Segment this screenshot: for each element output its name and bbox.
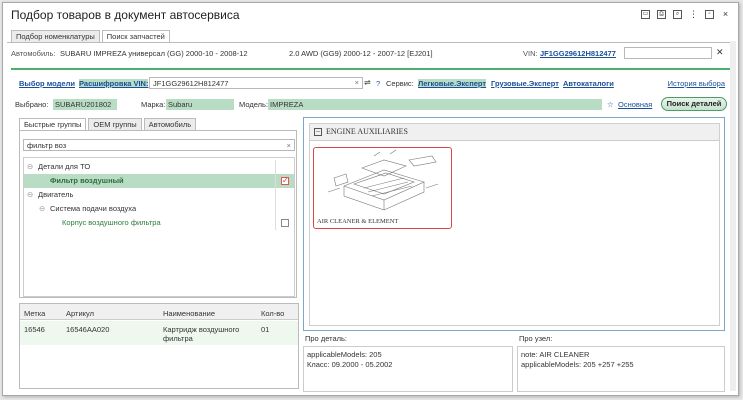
cell-qty: 01 <box>261 325 270 334</box>
table-row[interactable]: 16546 16546AA020 Картридж воздушного фил… <box>20 321 298 345</box>
tab-quick-groups[interactable]: Быстрые группы <box>19 118 87 130</box>
diagram-header: − ENGINE AUXILIARIES <box>310 124 719 141</box>
air-cleaner-drawing <box>327 149 439 211</box>
tree-item-label: Фильтр воздушный <box>50 176 124 185</box>
tree-item-selected[interactable]: Фильтр воздушный ✓ <box>24 174 294 188</box>
tree-item-label: Детали для ТО <box>38 162 91 171</box>
about-node-line: applicableModels: 205 +257 +255 <box>521 360 634 369</box>
diagram-panel: − ENGINE AUXILIARIES AIR CLEANER & ELEME… <box>303 117 725 331</box>
checkbox-checked[interactable]: ✓ <box>281 177 289 185</box>
grid-header: Метка Артикул Наименование Кол-во <box>20 304 298 320</box>
vin-extra-field[interactable] <box>624 47 712 59</box>
vin-link[interactable]: JF1GG29612H812477 <box>540 49 616 58</box>
about-node-label: Про узел: <box>519 334 553 343</box>
car-name: SUBARU IMPREZA универсал (GG) 2000-10 - … <box>60 49 248 58</box>
groups-panel: Быстрые группы OEM группы Автомобиль фил… <box>19 118 297 298</box>
search-parts-button[interactable]: Поиск деталей <box>661 97 727 111</box>
service-catalogs[interactable]: Автокаталоги <box>563 79 614 88</box>
collapse-icon[interactable]: ⊖ <box>27 160 33 174</box>
vin-input-value: JF1GG29612H812477 <box>153 79 229 88</box>
diagram-heading: ENGINE AUXILIARIES <box>326 127 408 136</box>
tab-parts-search[interactable]: Поиск запчастей <box>101 30 170 42</box>
star-icon[interactable]: ☆ <box>607 100 614 109</box>
car-row: Автомобиль: SUBARU IMPREZA универсал (GG… <box>11 47 733 59</box>
about-part-label: Про деталь: <box>305 334 348 343</box>
tree-item-label: Корпус воздушного фильтра <box>62 218 161 227</box>
card-label: AIR CLEANER & ELEMENT <box>317 218 399 225</box>
tab-divider <box>7 42 734 43</box>
help-icon[interactable]: ? <box>376 79 380 88</box>
tab-oem-groups[interactable]: OEM группы <box>88 118 142 130</box>
about-part-line: Класс: 09.2000 - 05.2002 <box>307 360 393 369</box>
main-link[interactable]: Основная <box>618 100 652 109</box>
about-node-box: note: AIR CLEANER applicableModels: 205 … <box>517 346 725 392</box>
parts-grid: Метка Артикул Наименование Кол-во 16546 … <box>19 303 299 389</box>
cell-name: Картридж воздушного фильтра <box>163 325 240 343</box>
print-icon[interactable]: ⎙ <box>657 10 666 19</box>
vin-label: VIN: <box>523 49 538 58</box>
model-field[interactable]: IMPREZA <box>268 99 602 110</box>
service-label: Сервис: <box>386 79 414 88</box>
about-part-box: applicableModels: 205 Класс: 09.2000 - 0… <box>303 346 513 392</box>
more-icon[interactable]: ⋮ <box>689 10 698 19</box>
car-label: Автомобиль: <box>11 49 56 58</box>
model-row: Выбор модели Расшифровка VIN: JF1GG29612… <box>19 77 725 91</box>
selection-row: Выбрано: SUBARU201802 Марка: Subaru Моде… <box>15 97 727 113</box>
checkbox-unchecked[interactable] <box>281 219 289 227</box>
cell-label: 16546 <box>24 325 45 334</box>
car-engine: 2.0 AWD (GG9) 2000-12 - 2007-12 [EJ201] <box>289 49 433 58</box>
collapse-icon[interactable]: − <box>314 128 322 136</box>
tree-item-label: Двигатель <box>38 190 74 199</box>
save-icon[interactable]: ▭ <box>641 10 650 19</box>
tree-item[interactable]: ⊖ Двигатель <box>24 188 294 202</box>
tree-item[interactable]: ⊖ Детали для ТО <box>24 160 294 174</box>
history-link[interactable]: История выбора <box>668 79 725 88</box>
main-window: Подбор товаров в документ автосервиса ▭ … <box>2 2 739 396</box>
about-node-line: note: AIR CLEANER <box>521 350 590 359</box>
link-icon[interactable]: ⇌ <box>364 78 371 87</box>
about-part-line: applicableModels: 205 <box>307 350 382 359</box>
window-scrollbar[interactable] <box>730 41 736 391</box>
groups-tabs: Быстрые группы OEM группы Автомобиль <box>19 118 297 130</box>
col-article[interactable]: Артикул <box>66 309 94 318</box>
brand-field[interactable]: Subaru <box>166 99 234 110</box>
cell-article: 16546AA020 <box>66 325 110 334</box>
tree-item[interactable]: Корпус воздушного фильтра <box>24 216 294 230</box>
main-tabs: Подбор номенклатуры Поиск запчастей <box>11 30 172 42</box>
service-passenger[interactable]: Легковые.Эксперт <box>418 79 487 88</box>
selected-field[interactable]: SUBARU201802 <box>53 99 117 110</box>
filter-value: фильтр воз <box>27 141 67 150</box>
tab-nomenclature[interactable]: Подбор номенклатуры <box>11 30 100 42</box>
tab-car[interactable]: Автомобиль <box>143 118 197 130</box>
clear-car-icon[interactable]: ✕ <box>716 47 724 58</box>
decode-vin-link[interactable]: Расшифровка VIN: <box>79 79 149 88</box>
window-title: Подбор товаров в документ автосервиса <box>11 8 240 22</box>
brand-label: Марка: <box>141 100 166 109</box>
clear-icon[interactable]: × <box>355 78 359 87</box>
groups-box: фильтр воз × ⊖ Детали для ТО Фильтр возд… <box>19 130 297 298</box>
col-label[interactable]: Метка <box>24 309 45 318</box>
clear-filter-icon[interactable]: × <box>287 141 291 150</box>
diagram-inner: − ENGINE AUXILIARIES AIR CLEANER & ELEME… <box>309 123 720 326</box>
diagram-card[interactable]: AIR CLEANER & ELEMENT <box>313 147 452 229</box>
tree-item-label: Система подачи воздуха <box>50 204 137 213</box>
accent-divider <box>11 68 730 70</box>
preview-icon[interactable]: ⌕ <box>673 10 682 19</box>
filter-input[interactable]: фильтр воз × <box>23 139 295 151</box>
col-qty[interactable]: Кол-во <box>261 309 284 318</box>
collapse-icon[interactable]: ⊖ <box>27 188 33 202</box>
model-label: Модель: <box>239 100 269 109</box>
col-name[interactable]: Наименование <box>163 309 215 318</box>
tree-item[interactable]: ⊖ Система подачи воздуха <box>24 202 294 216</box>
close-icon[interactable]: × <box>721 10 730 19</box>
title-bar: Подбор товаров в документ автосервиса ▭ … <box>3 3 738 27</box>
service-trucks[interactable]: Грузовые.Эксперт <box>491 79 559 88</box>
choose-model-link[interactable]: Выбор модели <box>19 79 75 88</box>
vin-input[interactable]: JF1GG29612H812477 × <box>149 77 363 89</box>
groups-tree: ⊖ Детали для ТО Фильтр воздушный ✓ ⊖ Дви… <box>23 157 295 297</box>
selected-label: Выбрано: <box>15 100 49 109</box>
restore-icon[interactable]: ▫ <box>705 10 714 19</box>
collapse-icon[interactable]: ⊖ <box>39 202 45 216</box>
